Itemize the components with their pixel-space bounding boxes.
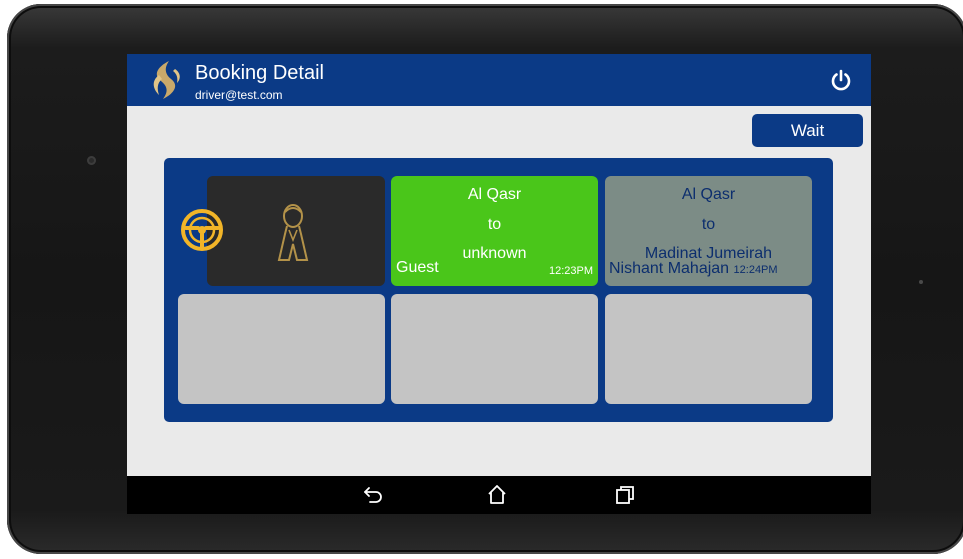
recent-apps-button[interactable] [612,482,638,508]
booking-time: 12:23PM [548,265,593,277]
user-email: driver@test.com [195,88,283,102]
pickup-location: Al Qasr [467,186,522,203]
power-icon [831,69,851,91]
recent-apps-icon [616,486,634,504]
page-title: Booking Detail [195,62,324,84]
sensor-dot [919,280,923,284]
passenger-info: Nishant Mahajan 12:24PM [609,260,778,278]
steering-wheel-icon [181,209,223,251]
passenger-name: Nishant Mahajan [609,260,730,277]
wait-button[interactable]: Wait [752,114,863,147]
empty-slot[interactable] [605,294,812,404]
route-connector: to [487,216,502,233]
booking-time: 12:24PM [733,264,778,276]
passenger-name: Guest [396,259,439,276]
booking-grid: Al Qasr to unknown Guest 12:23PM Al Qasr… [164,158,833,422]
empty-slot[interactable] [178,294,385,404]
company-logo-icon [153,61,180,99]
booking-card[interactable]: Al Qasr to Madinat Jumeirah Nishant Maha… [605,176,812,286]
driver-icon [277,204,309,261]
back-button[interactable] [361,482,387,508]
pickup-location: Al Qasr [681,186,736,203]
home-button[interactable] [484,482,510,508]
booking-card[interactable]: Al Qasr to unknown Guest 12:23PM [391,176,598,286]
route-connector: to [701,216,716,233]
driver-status-cell[interactable] [207,176,385,286]
power-button[interactable] [827,66,855,94]
home-icon [488,485,506,504]
camera-icon [87,156,96,165]
back-icon [364,487,382,503]
system-nav-bar [127,476,871,514]
empty-slot[interactable] [391,294,598,404]
app-bar: Booking Detail driver@test.com [127,54,871,106]
screen: Booking Detail driver@test.com Wait Al Q… [127,54,871,514]
